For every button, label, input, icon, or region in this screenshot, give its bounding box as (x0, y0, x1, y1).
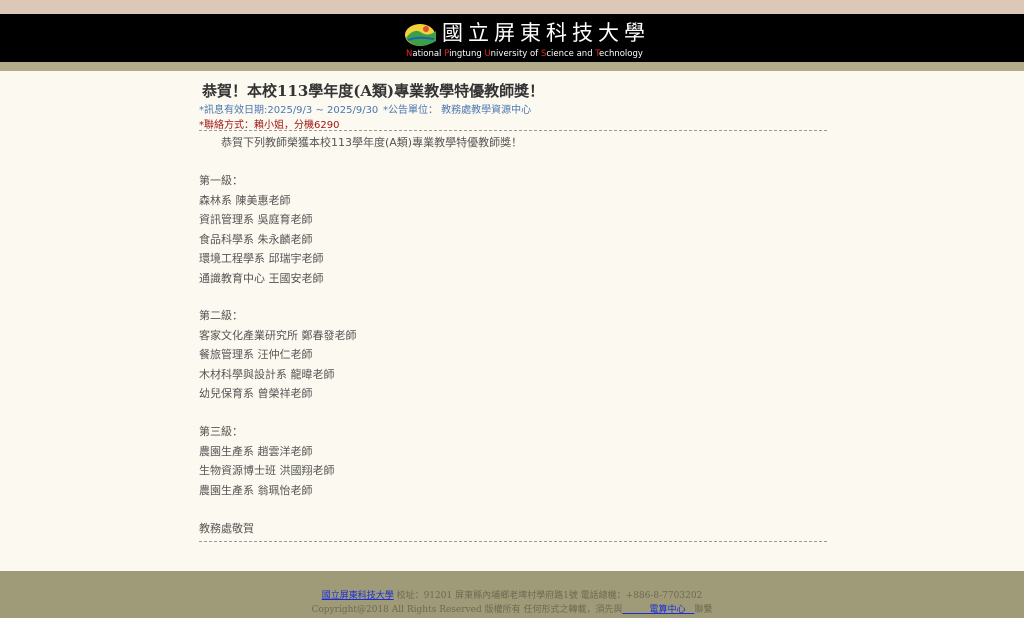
announcing-unit: *公告單位： 教務處教學資源中心 (383, 105, 532, 116)
signature-line: 教務處敬賀 (199, 522, 254, 535)
contact-info: *聯絡方式：賴小姐，分機6290 (199, 120, 340, 131)
awardee-line: 農園生產系 趙雲洋老師 (199, 445, 313, 458)
site-footer: 國立屏東科技大學 校址：91201 屏東縣內埔鄉老埤村學府路1號 電話總機：+8… (0, 571, 1024, 618)
school-logo[interactable]: 國立屏東科技大學 National Pingtung University of… (404, 19, 645, 59)
top-strip (0, 0, 1024, 14)
school-emblem-icon (405, 24, 436, 46)
awardee-line: 餐旅管理系 汪仲仁老師 (199, 348, 313, 361)
awardee-line: 農園生產系 翁珮怡老師 (199, 484, 313, 497)
footer-address-line: 國立屏東科技大學 校址：91201 屏東縣內埔鄉老埤村學府路1號 電話總機：+8… (0, 588, 1024, 601)
awardee-line: 生物資源博士班 洪國翔老師 (199, 464, 335, 477)
site-header: 國立屏東科技大學 National Pingtung University of… (0, 14, 1024, 62)
school-link[interactable]: 國立屏東科技大學 (322, 591, 394, 601)
copyright-suffix: 聯繫 (694, 605, 713, 615)
awardee-line: 木材科學與設計系 龍暐老師 (199, 368, 335, 381)
awardee-line: 森林系 陳美惠老師 (199, 194, 291, 207)
intro-line: 恭賀下列教師榮獲本校113學年度(A類)專業教學特優教師獎！ (199, 136, 523, 149)
divider-top (199, 130, 827, 131)
computer-center-link[interactable]: 電算中心 (622, 605, 694, 615)
header-divider-bar (0, 62, 1024, 71)
validity-date: *訊息有效日期:2025/9/3 ~ 2025/9/30 (199, 105, 379, 116)
copyright-text: Copyright@2018 All Rights Reserved 版權所有 … (311, 605, 623, 615)
footer-copyright-line: Copyright@2018 All Rights Reserved 版權所有 … (0, 602, 1024, 615)
awardee-line: 資訊管理系 吳庭育老師 (199, 213, 313, 226)
address-text: 校址：91201 屏東縣內埔鄉老埤村學府路1號 電話總機：+886-8-7703… (393, 591, 703, 601)
awardee-line: 通識教育中心 王國安老師 (199, 272, 324, 285)
school-name-zh: 國立屏東科技大學 (442, 21, 650, 45)
awardee-line: 食品科學系 朱永麟老師 (199, 233, 313, 246)
level-3-heading: 第三級： (199, 425, 243, 438)
school-name-en: National Pingtung University of Science … (406, 49, 643, 59)
awardee-line: 環境工程學系 邱瑞宇老師 (199, 252, 324, 265)
divider-bottom (199, 541, 827, 542)
awardee-line: 客家文化產業研究所 鄭春發老師 (199, 329, 357, 342)
announcement-title: 恭賀！本校113學年度(A類)專業教學特優教師獎！ (202, 82, 545, 100)
awardee-line: 幼兒保育系 曾榮祥老師 (199, 387, 313, 400)
level-1-heading: 第一級： (199, 174, 243, 187)
level-2-heading: 第二級： (199, 309, 243, 322)
